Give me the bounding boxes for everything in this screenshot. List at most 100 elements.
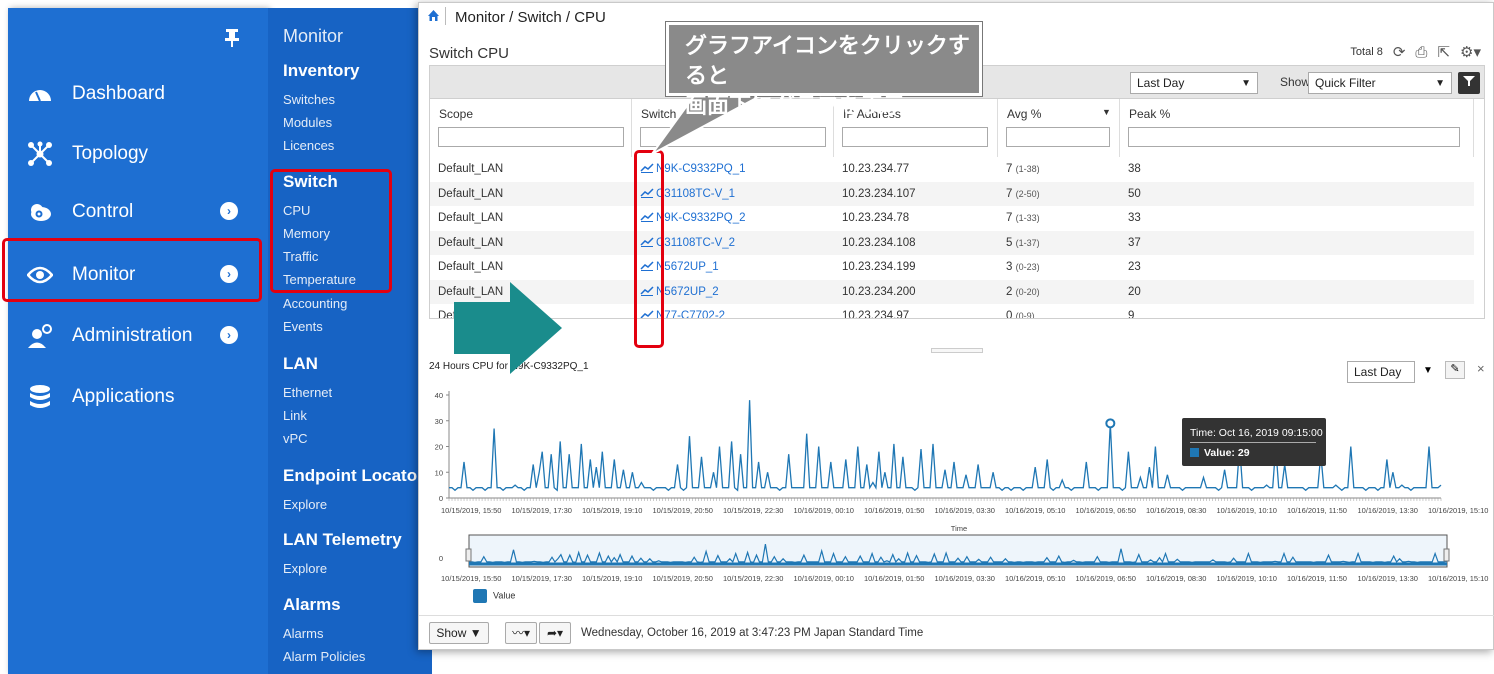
- resize-handle[interactable]: [931, 348, 983, 353]
- print-icon[interactable]: ⎙: [1415, 44, 1427, 61]
- user-gear-icon: [26, 322, 54, 350]
- page-title: Switch CPU: [429, 45, 510, 62]
- column-peak[interactable]: Peak %: [1120, 99, 1474, 157]
- submenu-heading-lan: LAN: [283, 354, 318, 373]
- switch-name: C31108TC-V_2: [656, 236, 736, 249]
- submenu-item-ethernet[interactable]: Ethernet: [283, 385, 332, 400]
- nav-label: Control: [72, 201, 134, 222]
- range-select-value: Last Day: [1137, 76, 1185, 90]
- nav-item-applications[interactable]: Applications: [8, 366, 268, 428]
- highlight-switch-menu: [270, 169, 392, 293]
- column-scope[interactable]: Scope: [430, 99, 632, 157]
- submenu-item-events[interactable]: Events: [283, 319, 323, 334]
- submenu-item-switches[interactable]: Switches: [283, 92, 335, 107]
- cell-scope: Default_LAN: [438, 187, 504, 200]
- column-header-label: Scope: [439, 107, 474, 121]
- export-icon[interactable]: ⇱: [1437, 43, 1450, 61]
- nav-label: Dashboard: [72, 83, 165, 104]
- table-row[interactable]: Default_LAN C31108TC-V_1 10.23.234.107 7 (2…: [430, 181, 1474, 206]
- avg-range: (1-37): [1015, 237, 1040, 248]
- cell-ip: 10.23.234.199: [842, 261, 916, 273]
- x-tick-label: 10/16/2019, 08:30: [1146, 506, 1206, 515]
- filter-icon[interactable]: [1458, 72, 1480, 94]
- toolbar-right: Total 8 ⟳ ⎙ ⇱ ⚙▾: [1350, 43, 1481, 62]
- switch-name: N9K-C9332PQ_1: [656, 163, 746, 175]
- submenu-item-vpc[interactable]: vPC: [283, 431, 308, 446]
- table-row[interactable]: Default_LAN N9K-C9332PQ_2 10.23.234.78 7 (1…: [430, 206, 1474, 230]
- peak-filter-input[interactable]: [1128, 127, 1460, 147]
- breadcrumb-divider: [445, 7, 446, 25]
- scope-filter-input[interactable]: [438, 127, 624, 147]
- submenu-title: Monitor: [283, 26, 344, 46]
- highlight-monitor: [2, 238, 262, 302]
- submenu-item-accounting[interactable]: Accounting: [283, 296, 347, 311]
- navigator-x-tick-label: 10/16/2019, 03:30: [935, 574, 995, 583]
- switch-name: N5672UP_2: [656, 285, 719, 298]
- submenu-item-alarm-policies[interactable]: Alarm Policies: [283, 649, 365, 664]
- quick-filter-select[interactable]: Quick Filter ▼: [1308, 72, 1452, 94]
- x-tick-label: 10/16/2019, 01:50: [864, 506, 924, 515]
- x-tick-label: 10/15/2019, 17:30: [512, 506, 572, 515]
- column-avg[interactable]: Avg % ▼: [998, 99, 1120, 157]
- submenu-heading-inventory: Inventory: [283, 61, 360, 80]
- y-tick-label: 30: [435, 417, 443, 426]
- submenu-item-telemetry-explore[interactable]: Explore: [283, 561, 327, 576]
- share-button[interactable]: ➦▾: [539, 622, 571, 644]
- submenu-item-licences[interactable]: Licences: [283, 138, 334, 153]
- nav-item-control[interactable]: Control ›: [8, 181, 268, 243]
- cell-ip: 10.23.234.97: [842, 310, 910, 319]
- ip-filter-input[interactable]: [842, 127, 988, 147]
- chevron-right-icon[interactable]: ›: [220, 202, 238, 220]
- sort-desc-icon[interactable]: ▼: [1102, 107, 1111, 117]
- gear-icon[interactable]: ⚙▾: [1460, 43, 1481, 61]
- topology-icon: [26, 140, 54, 168]
- chart-range-select[interactable]: Last Day: [1347, 361, 1415, 383]
- refresh-icon[interactable]: ⟳: [1393, 43, 1406, 61]
- cell-avg: 2 (0-20): [1006, 286, 1040, 298]
- table-row[interactable]: Default_LAN N5672UP_1 10.23.234.199 3 (0-23…: [430, 255, 1474, 279]
- x-tick-label: 10/16/2019, 03:30: [935, 506, 995, 515]
- cell-ip: 10.23.234.78: [842, 212, 910, 224]
- cell-peak: 50: [1128, 187, 1141, 200]
- table-row[interactable]: Default_LAN N9K-C9332PQ_1 10.23.234.77 7 (1…: [430, 157, 1474, 181]
- quick-filter-value: Quick Filter: [1315, 76, 1376, 90]
- table-row[interactable]: Def N77-C7702-2 10.23.234.97 0 (0-9) 9: [430, 304, 1474, 319]
- nav-item-topology[interactable]: Topology: [8, 123, 268, 185]
- column-header-label: Switch: [641, 107, 677, 121]
- close-icon[interactable]: ×: [1477, 361, 1485, 376]
- range-select[interactable]: Last Day ▼: [1130, 72, 1258, 94]
- arrow-right-icon: [454, 282, 562, 374]
- pin-icon[interactable]: [224, 28, 240, 54]
- avg-range: (2-50): [1015, 188, 1040, 199]
- cell-peak: 37: [1128, 236, 1141, 249]
- chart-legend[interactable]: Value: [473, 589, 515, 603]
- navigator-x-tick-label: 10/15/2019, 15:50: [441, 574, 501, 583]
- home-icon[interactable]: [427, 9, 440, 25]
- submenu-item-endpoint-explore[interactable]: Explore: [283, 497, 327, 512]
- nav-item-administration[interactable]: Administration ›: [8, 305, 268, 367]
- switch-name: N77-C7702-2: [656, 310, 726, 319]
- cell-ip: 10.23.234.107: [842, 187, 916, 200]
- caret-down-icon[interactable]: ▼: [1423, 365, 1433, 376]
- chevron-right-icon[interactable]: ›: [220, 326, 238, 344]
- navigator-x-tick-label: 10/15/2019, 22:30: [723, 574, 783, 583]
- submenu-item-modules[interactable]: Modules: [283, 115, 332, 130]
- submenu-item-link[interactable]: Link: [283, 408, 307, 423]
- bottom-bar: Show ▼ 〰▾ ➦▾ Wednesday, October 16, 2019…: [419, 615, 1494, 649]
- callout-line-2: 画面下にグラフを表示: [685, 93, 906, 118]
- show-button[interactable]: Show ▼: [429, 622, 489, 644]
- avg-filter-input[interactable]: [1006, 127, 1110, 147]
- edit-chart-icon[interactable]: ✎: [1445, 361, 1465, 379]
- submenu-heading-alarms: Alarms: [283, 595, 341, 614]
- submenu-item-alarms[interactable]: Alarms: [283, 626, 323, 641]
- tooltip-swatch: [1190, 448, 1199, 457]
- switch-filter-input[interactable]: [640, 127, 826, 147]
- show-label: Show: [1280, 75, 1311, 89]
- table-row[interactable]: Default_LAN C31108TC-V_2 10.23.234.108 5 (1…: [430, 230, 1474, 255]
- table-row[interactable]: Default_LAN N5672UP_2 10.23.234.200 2 (0-20…: [430, 279, 1474, 304]
- x-axis-label: Time: [951, 524, 967, 533]
- chart-type-button[interactable]: 〰▾: [505, 622, 537, 644]
- nav-item-dashboard[interactable]: Dashboard: [8, 63, 268, 125]
- avg-value: 7: [1006, 163, 1013, 175]
- navigator-handle-left: [465, 548, 472, 562]
